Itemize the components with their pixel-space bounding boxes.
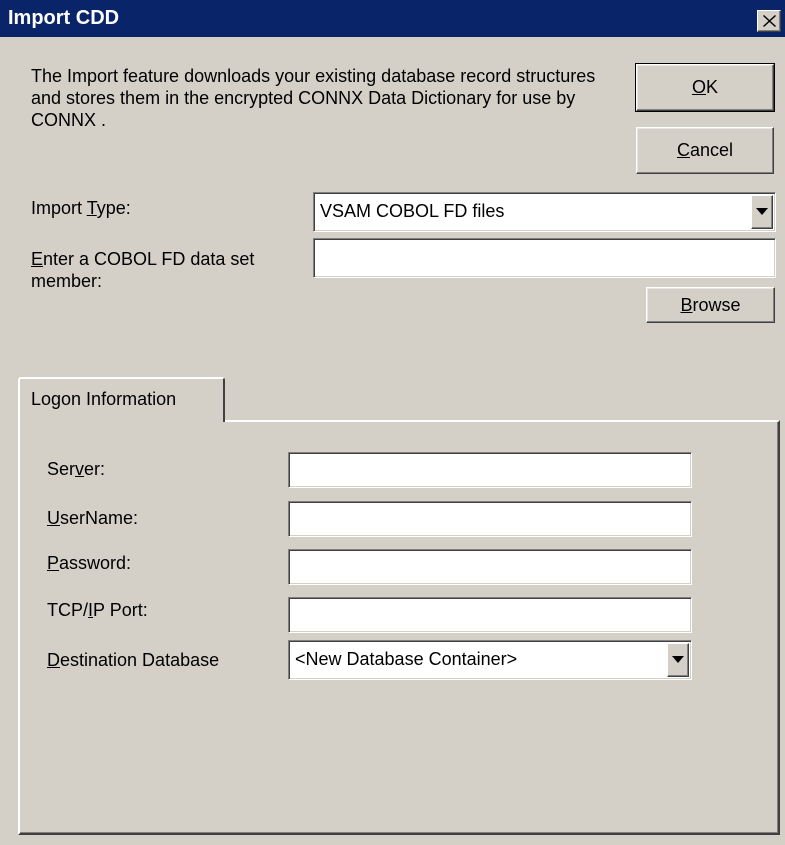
import-type-select[interactable]: VSAM COBOL FD files <box>313 192 776 232</box>
import-cdd-dialog: Import CDD The Import feature downloads … <box>0 0 785 845</box>
browse-button-label: Browse <box>680 294 741 315</box>
window-title: Import CDD <box>8 7 120 29</box>
password-input[interactable] <box>288 549 692 585</box>
cobol-member-input[interactable] <box>313 238 776 278</box>
username-label: UserName: <box>47 508 139 528</box>
destination-database-selected: <New Database Container> <box>295 649 518 669</box>
destination-database-select[interactable]: <New Database Container> <box>288 640 692 680</box>
import-type-label: Import Type: <box>31 198 131 218</box>
tcpip-port-input[interactable] <box>288 597 692 633</box>
server-input[interactable] <box>288 452 692 488</box>
chevron-down-icon <box>672 656 684 663</box>
ok-button[interactable]: OK <box>635 63 775 112</box>
cobol-member-label: Enter a COBOL FD data set member: <box>31 249 255 291</box>
close-icon <box>763 15 776 27</box>
password-label: Password: <box>47 553 132 573</box>
tab-logon-information[interactable]: Logon Information <box>18 377 225 422</box>
close-button[interactable] <box>757 10 781 32</box>
import-type-dropdown-button[interactable] <box>751 195 773 229</box>
title-bar[interactable]: Import CDD <box>0 0 785 37</box>
tab-logon-information-label: Logon Information <box>31 389 177 409</box>
ok-button-label: OK <box>691 77 719 97</box>
server-label: Server: <box>47 459 106 479</box>
cancel-button[interactable]: Cancel <box>636 127 774 174</box>
chevron-down-icon <box>756 208 768 215</box>
username-input[interactable] <box>288 501 692 537</box>
import-type-selected: VSAM COBOL FD files <box>320 201 505 221</box>
destination-database-dropdown-button[interactable] <box>667 643 689 677</box>
cancel-button-label: Cancel <box>676 140 734 160</box>
destination-database-label: Destination Database <box>47 650 220 670</box>
browse-button[interactable]: Browse <box>646 287 775 323</box>
tcpip-port-label: TCP/IP Port: <box>47 600 148 620</box>
description-text: The Import feature downloads your existi… <box>31 66 596 130</box>
